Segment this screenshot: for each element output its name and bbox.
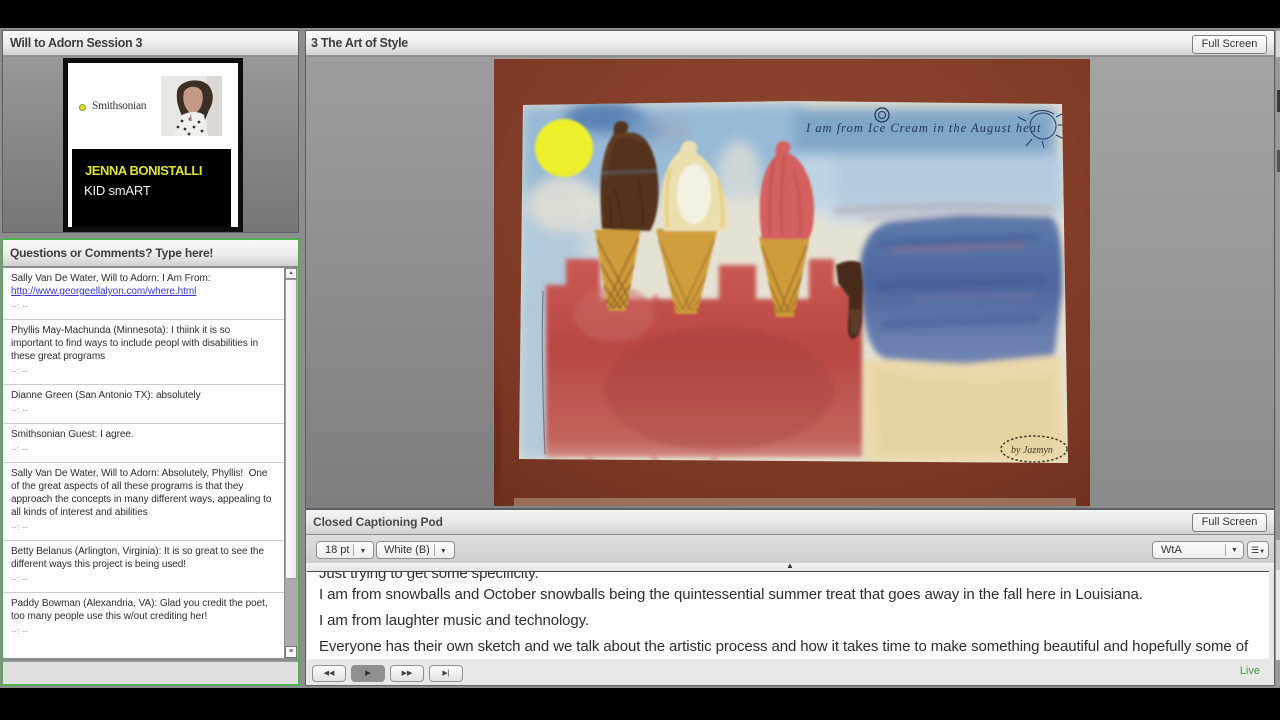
svg-text:I am from Ice Cream in the Aug: I am from Ice Cream in the August heat <box>805 121 1041 135</box>
svg-text:by Jazmyn: by Jazmyn <box>1011 445 1053 456</box>
